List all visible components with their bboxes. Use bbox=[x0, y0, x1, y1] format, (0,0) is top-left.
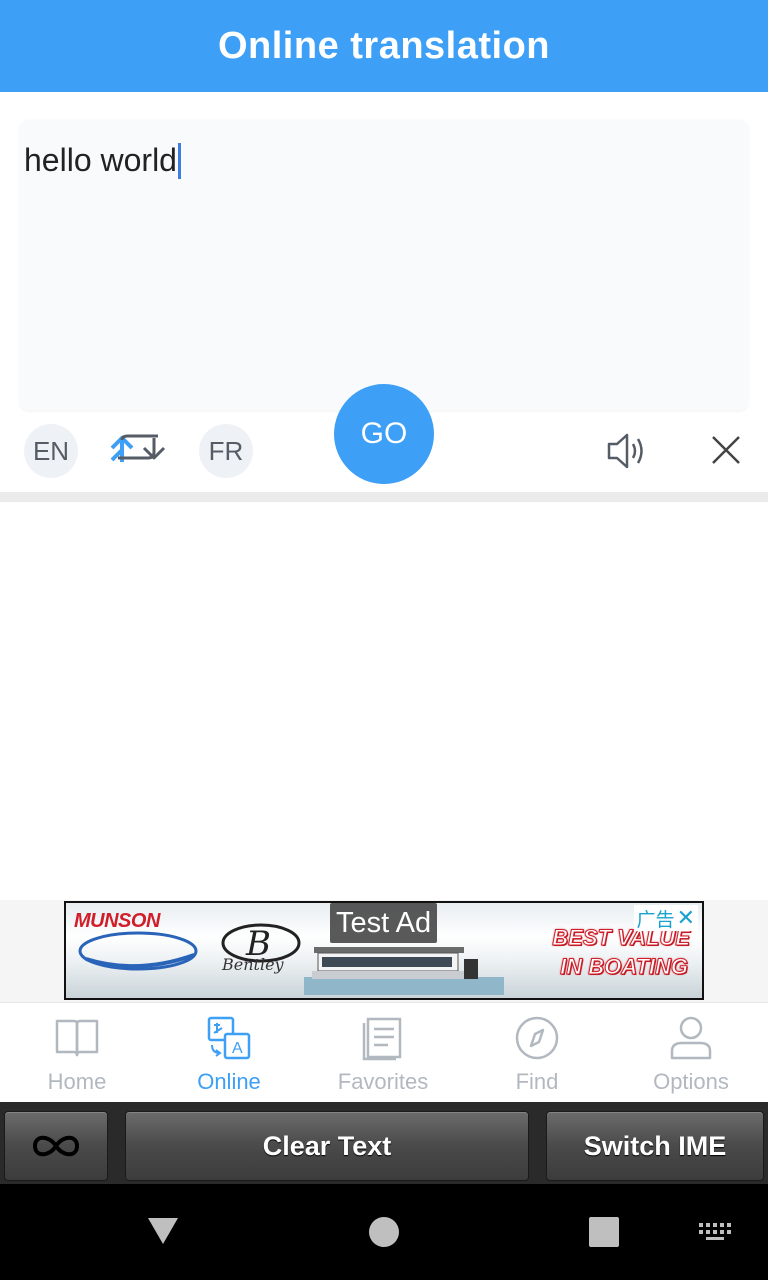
nav-label-find: Find bbox=[515, 1069, 559, 1094]
bottom-navigation: Home A Online Favorites Find Options bbox=[0, 1002, 768, 1102]
go-button[interactable]: GO bbox=[334, 384, 434, 484]
infinity-icon bbox=[32, 1135, 80, 1157]
text-caret bbox=[177, 142, 181, 179]
clear-text-button[interactable]: Clear Text bbox=[125, 1111, 529, 1181]
keyboard-icon[interactable] bbox=[698, 1222, 732, 1242]
home-icon[interactable] bbox=[368, 1216, 400, 1248]
ime-toolbar: Clear Text Switch IME bbox=[0, 1102, 768, 1184]
nav-label-home: Home bbox=[47, 1069, 107, 1094]
source-language-button[interactable]: EN bbox=[24, 424, 78, 478]
switch-ime-label: Switch IME bbox=[583, 1130, 727, 1161]
page-title: Online translation bbox=[217, 24, 551, 67]
go-button-label: GO bbox=[360, 417, 408, 450]
switch-ime-button[interactable]: Switch IME bbox=[546, 1111, 764, 1181]
svg-text:A: A bbox=[232, 1040, 243, 1057]
app-header: Online translation bbox=[0, 0, 768, 92]
person-icon bbox=[670, 1016, 712, 1060]
source-text-input[interactable]: hello world bbox=[20, 120, 748, 410]
ad-test-label: Test Ad bbox=[330, 903, 438, 943]
target-language-label: FR bbox=[208, 435, 244, 466]
back-icon[interactable] bbox=[146, 1216, 180, 1246]
nav-label-favorites: Favorites bbox=[337, 1069, 429, 1094]
system-navigation-bar bbox=[0, 1184, 768, 1280]
bentley-logo-icon: B bbox=[221, 923, 301, 964]
nav-item-home[interactable]: Home bbox=[0, 1003, 154, 1103]
translate-icon: A bbox=[207, 1016, 251, 1060]
recents-icon[interactable] bbox=[589, 1217, 619, 1247]
swap-languages-icon[interactable] bbox=[108, 428, 168, 474]
speaker-icon[interactable] bbox=[604, 430, 648, 472]
nav-item-favorites[interactable]: Favorites bbox=[306, 1003, 460, 1103]
compass-icon bbox=[515, 1016, 559, 1060]
book-icon bbox=[55, 1019, 99, 1057]
ad-banner[interactable]: MUNSON B Bentley Test Ad BEST VALUE IN B… bbox=[64, 901, 704, 1000]
source-language-label: EN bbox=[32, 435, 70, 466]
nav-label-online: Online bbox=[197, 1069, 261, 1094]
ad-close-icon[interactable]: ✕ bbox=[677, 905, 695, 931]
translation-result-area bbox=[0, 502, 768, 900]
nav-item-find[interactable]: Find bbox=[460, 1003, 614, 1103]
ad-choices-text: 广告 bbox=[636, 909, 675, 931]
nav-item-online[interactable]: A Online bbox=[152, 1003, 306, 1103]
clear-input-close-icon[interactable] bbox=[708, 432, 744, 468]
ad-brand-munson: MUNSON bbox=[74, 910, 160, 932]
nav-label-options: Options bbox=[653, 1069, 729, 1094]
target-language-button[interactable]: FR bbox=[199, 424, 253, 478]
ad-brand-bentley: Bentley bbox=[222, 955, 284, 974]
ad-headline-line2: IN BOATING bbox=[560, 954, 689, 980]
nav-item-options[interactable]: Options bbox=[614, 1003, 768, 1103]
clear-text-label: Clear Text bbox=[262, 1130, 392, 1161]
section-divider bbox=[0, 492, 768, 502]
ad-choices-badge[interactable]: 广告 ✕ bbox=[633, 905, 698, 931]
source-text-value: hello world bbox=[24, 142, 177, 178]
ime-infinity-button[interactable] bbox=[4, 1111, 108, 1181]
document-icon bbox=[362, 1017, 402, 1061]
ad-test-label-text: Test Ad bbox=[336, 906, 432, 939]
source-text-content[interactable]: hello world bbox=[24, 142, 181, 179]
